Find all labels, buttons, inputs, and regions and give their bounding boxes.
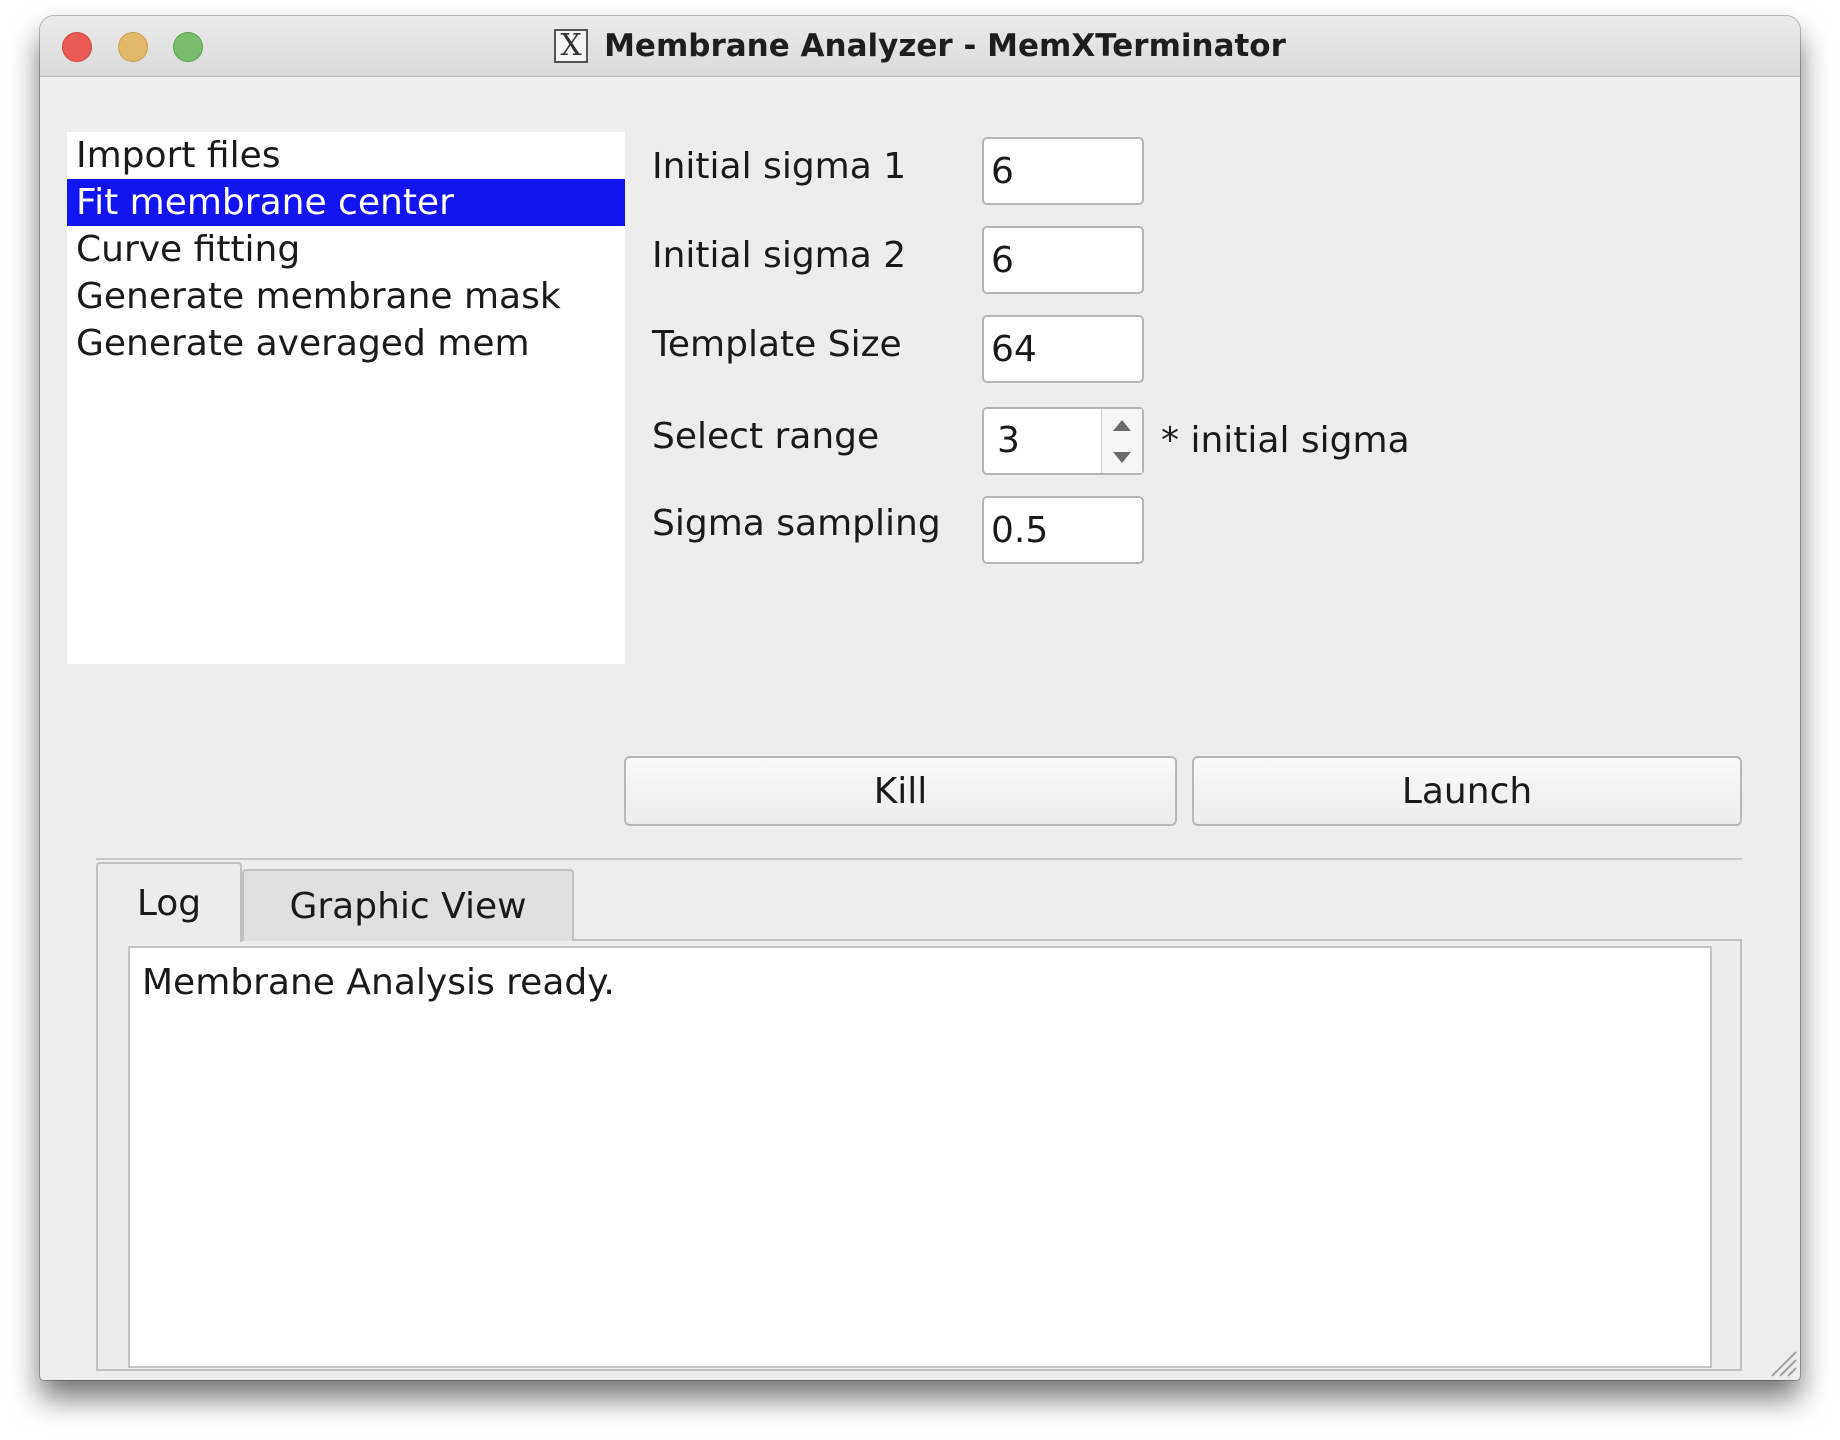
select-range-spinbox[interactable]: 3 (982, 407, 1144, 475)
task-item-curve-fitting[interactable]: Curve fitting (67, 226, 625, 273)
x-window-icon: X (554, 29, 589, 63)
launch-button[interactable]: Launch (1192, 756, 1742, 826)
select-range-value[interactable]: 3 (997, 409, 1020, 473)
window-title: Membrane Analyzer - MemXTerminator (604, 28, 1286, 64)
sigma-sampling-label: Sigma sampling (652, 503, 941, 544)
template-size-field[interactable] (982, 315, 1144, 383)
arrow-down-icon (1113, 451, 1131, 463)
task-list[interactable]: Import files Fit membrane center Curve f… (67, 132, 625, 664)
tab-graphic-view[interactable]: Graphic View (242, 869, 574, 941)
task-item-generate-membrane-mask[interactable]: Generate membrane mask (67, 273, 625, 320)
template-size-label: Template Size (652, 324, 902, 365)
spin-buttons (1101, 409, 1142, 473)
initial-sigma-1-field[interactable] (982, 137, 1144, 205)
log-text-area[interactable]: Membrane Analysis ready. (128, 946, 1712, 1368)
log-message: Membrane Analysis ready. (142, 962, 615, 1003)
spin-up-button[interactable] (1102, 409, 1142, 441)
title-group: X Membrane Analyzer - MemXTerminator (40, 16, 1800, 76)
initial-sigma-2-label: Initial sigma 2 (652, 235, 907, 276)
kill-button[interactable]: Kill (624, 756, 1177, 826)
select-range-label: Select range (652, 416, 880, 457)
resize-grip-icon[interactable] (1762, 1342, 1798, 1378)
initial-sigma-1-label: Initial sigma 1 (652, 146, 907, 187)
task-item-import-files[interactable]: Import files (67, 132, 625, 179)
title-bar[interactable]: X Membrane Analyzer - MemXTerminator (40, 16, 1800, 77)
tab-log[interactable]: Log (96, 862, 242, 942)
task-item-fit-membrane-center[interactable]: Fit membrane center (67, 179, 625, 226)
initial-sigma-2-field[interactable] (982, 226, 1144, 294)
arrow-up-icon (1113, 419, 1131, 431)
spin-down-button[interactable] (1102, 441, 1142, 473)
sigma-sampling-field[interactable] (982, 496, 1144, 564)
select-range-suffix: * initial sigma (1161, 420, 1410, 461)
app-window: X Membrane Analyzer - MemXTerminator Imp… (40, 16, 1800, 1380)
task-item-generate-averaged-mem[interactable]: Generate averaged mem (67, 320, 625, 367)
divider (96, 858, 1742, 860)
